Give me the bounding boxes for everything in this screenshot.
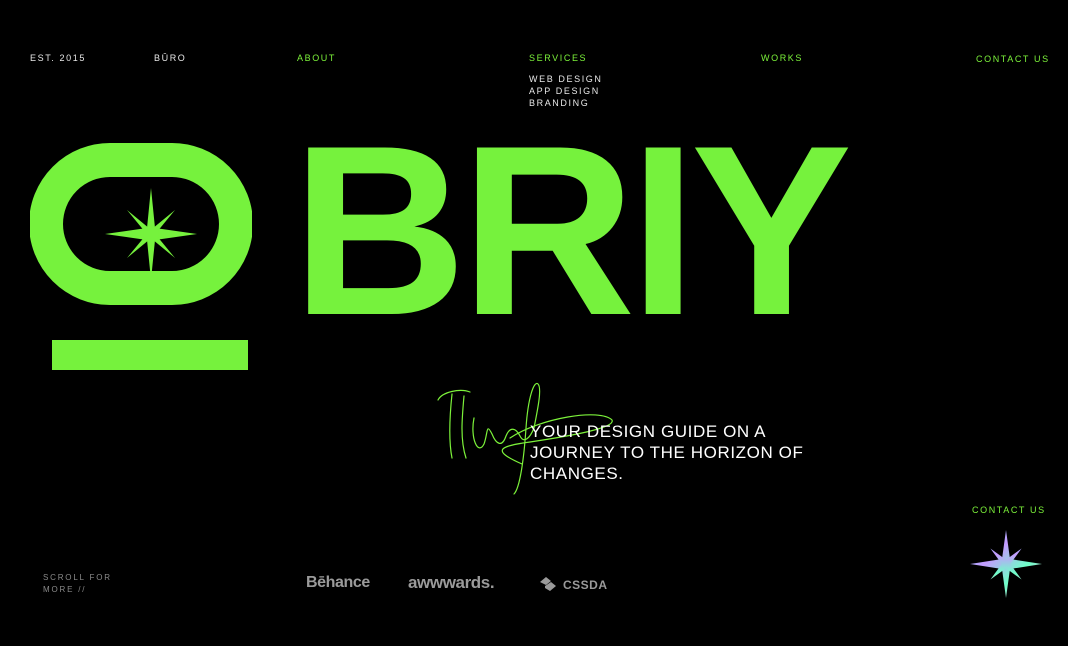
buro-link[interactable]: BŪRO	[154, 53, 186, 63]
submenu-web-design[interactable]: WEB DESIGN	[529, 73, 603, 85]
nav-about[interactable]: ABOUT	[297, 53, 336, 63]
logo-o-star-mark	[30, 143, 252, 370]
hero-tagline: YOUR DESIGN GUIDE ON A JOURNEY TO THE HO…	[530, 422, 804, 483]
est-label: EST. 2015	[30, 53, 86, 63]
logo-wordmark: BRIY	[292, 96, 852, 366]
cssda-logo-icon	[540, 577, 556, 591]
nav-services[interactable]: SERVICES	[529, 53, 587, 63]
cssda-badge[interactable]: CSSDA	[537, 574, 608, 596]
contact-us-button[interactable]: CONTACT US	[972, 505, 1046, 515]
nav-works[interactable]: WORKS	[761, 53, 803, 63]
behance-badge[interactable]: Bēhance	[306, 574, 370, 592]
holographic-star-icon[interactable]	[968, 528, 1044, 600]
scroll-hint: SCROLL FOR MORE //	[43, 573, 112, 594]
nav-contact-us[interactable]: CONTACT US	[976, 54, 1050, 64]
awwwards-badge[interactable]: awwwards.	[408, 573, 495, 593]
